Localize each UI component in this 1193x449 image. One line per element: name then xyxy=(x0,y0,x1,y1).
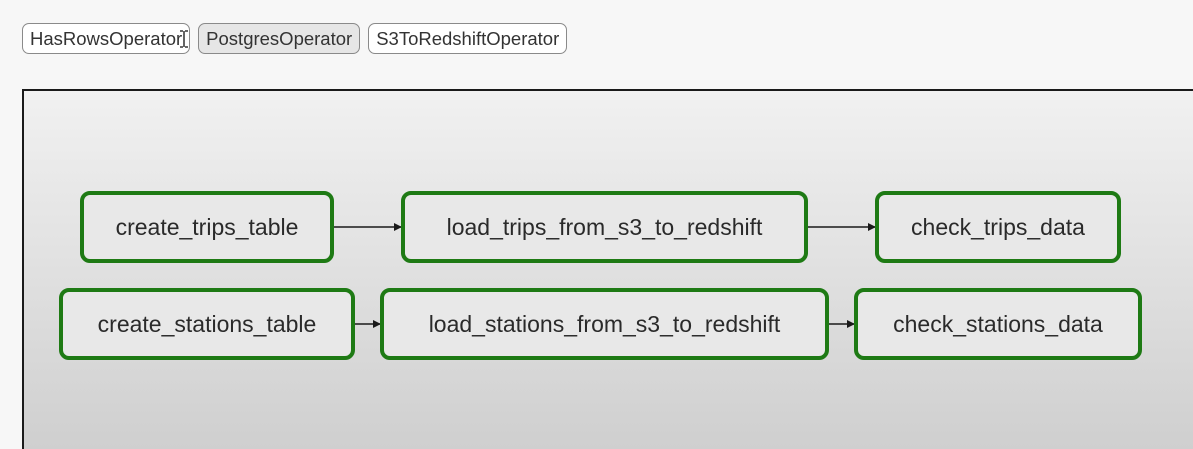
task-load-stations-from-s3-to-redshift[interactable]: load_stations_from_s3_to_redshift xyxy=(380,288,829,360)
text-cursor-icon xyxy=(180,30,188,48)
legend-s3-to-redshift-operator[interactable]: S3ToRedshiftOperator xyxy=(368,23,568,54)
legend-postgres-operator[interactable]: PostgresOperator xyxy=(198,23,361,54)
task-create-stations-table[interactable]: create_stations_table xyxy=(59,288,355,360)
operator-legend: HasRowsOperator PostgresOperator S3ToRed… xyxy=(22,23,568,54)
legend-hasrows-operator[interactable]: HasRowsOperator xyxy=(22,23,191,54)
task-create-trips-table[interactable]: create_trips_table xyxy=(80,191,334,263)
dag-graph-canvas[interactable] xyxy=(22,89,1193,449)
task-check-stations-data[interactable]: check_stations_data xyxy=(854,288,1142,360)
task-load-trips-from-s3-to-redshift[interactable]: load_trips_from_s3_to_redshift xyxy=(401,191,808,263)
task-check-trips-data[interactable]: check_trips_data xyxy=(875,191,1121,263)
